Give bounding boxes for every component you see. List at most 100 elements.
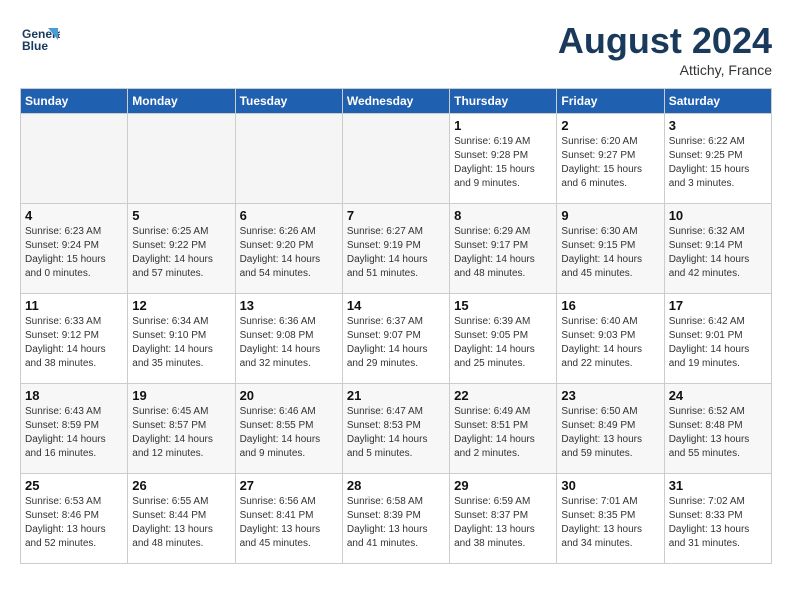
day-info: Sunrise: 6:47 AMSunset: 8:53 PMDaylight:… bbox=[347, 405, 445, 461]
header-friday: Friday bbox=[557, 89, 664, 114]
calendar-cell bbox=[21, 114, 128, 204]
calendar-cell: 21 Sunrise: 6:47 AMSunset: 8:53 PMDayligh… bbox=[342, 384, 449, 474]
calendar-cell: 24 Sunrise: 6:52 AMSunset: 8:48 PMDayligh… bbox=[664, 384, 771, 474]
day-number: 23 bbox=[561, 388, 659, 403]
day-number: 25 bbox=[25, 478, 123, 493]
week-row-2: 4 Sunrise: 6:23 AMSunset: 9:24 PMDaylight… bbox=[21, 204, 772, 294]
calendar-cell: 1Sunrise: 6:19 AMSunset: 9:28 PMDaylight… bbox=[450, 114, 557, 204]
day-number: 31 bbox=[669, 478, 767, 493]
day-info: Sunrise: 6:36 AMSunset: 9:08 PMDaylight:… bbox=[240, 315, 338, 371]
day-number: 22 bbox=[454, 388, 552, 403]
calendar-cell bbox=[128, 114, 235, 204]
day-number: 3 bbox=[669, 118, 767, 133]
header-tuesday: Tuesday bbox=[235, 89, 342, 114]
day-info: Sunrise: 6:30 AMSunset: 9:15 PMDaylight:… bbox=[561, 225, 659, 281]
title-block: August 2024 Attichy, France bbox=[558, 20, 772, 78]
day-info: Sunrise: 6:56 AMSunset: 8:41 PMDaylight:… bbox=[240, 495, 338, 551]
calendar-cell: 3 Sunrise: 6:22 AMSunset: 9:25 PMDaylight… bbox=[664, 114, 771, 204]
header-row: SundayMondayTuesdayWednesdayThursdayFrid… bbox=[21, 89, 772, 114]
day-number: 10 bbox=[669, 208, 767, 223]
header-saturday: Saturday bbox=[664, 89, 771, 114]
calendar-cell: 17Sunrise: 6:42 AMSunset: 9:01 PMDayligh… bbox=[664, 294, 771, 384]
calendar-cell: 20Sunrise: 6:46 AMSunset: 8:55 PMDayligh… bbox=[235, 384, 342, 474]
calendar-cell: 31Sunrise: 7:02 AMSunset: 8:33 PMDayligh… bbox=[664, 474, 771, 564]
calendar-cell: 10 Sunrise: 6:32 AMSunset: 9:14 PMDayligh… bbox=[664, 204, 771, 294]
day-number: 15 bbox=[454, 298, 552, 313]
calendar-cell: 5 Sunrise: 6:25 AMSunset: 9:22 PMDaylight… bbox=[128, 204, 235, 294]
day-number: 6 bbox=[240, 208, 338, 223]
day-number: 5 bbox=[132, 208, 230, 223]
calendar-cell: 22 Sunrise: 6:49 AMSunset: 8:51 PMDayligh… bbox=[450, 384, 557, 474]
location: Attichy, France bbox=[558, 62, 772, 78]
day-info: Sunrise: 6:39 AMSunset: 9:05 PMDaylight:… bbox=[454, 315, 552, 371]
day-number: 12 bbox=[132, 298, 230, 313]
calendar-cell: 23 Sunrise: 6:50 AMSunset: 8:49 PMDayligh… bbox=[557, 384, 664, 474]
week-row-3: 11Sunrise: 6:33 AMSunset: 9:12 PMDayligh… bbox=[21, 294, 772, 384]
day-number: 27 bbox=[240, 478, 338, 493]
day-info: Sunrise: 6:45 AMSunset: 8:57 PMDaylight:… bbox=[132, 405, 230, 461]
calendar-cell bbox=[235, 114, 342, 204]
svg-text:Blue: Blue bbox=[22, 39, 48, 53]
logo: General Blue bbox=[20, 20, 60, 60]
day-number: 21 bbox=[347, 388, 445, 403]
day-number: 18 bbox=[25, 388, 123, 403]
header-wednesday: Wednesday bbox=[342, 89, 449, 114]
day-info: Sunrise: 6:26 AMSunset: 9:20 PMDaylight:… bbox=[240, 225, 338, 281]
day-info: Sunrise: 6:29 AMSunset: 9:17 PMDaylight:… bbox=[454, 225, 552, 281]
day-info: Sunrise: 6:25 AMSunset: 9:22 PMDaylight:… bbox=[132, 225, 230, 281]
day-info: Sunrise: 6:55 AMSunset: 8:44 PMDaylight:… bbox=[132, 495, 230, 551]
day-number: 14 bbox=[347, 298, 445, 313]
day-number: 19 bbox=[132, 388, 230, 403]
calendar-cell: 12 Sunrise: 6:34 AMSunset: 9:10 PMDayligh… bbox=[128, 294, 235, 384]
calendar-cell: 18Sunrise: 6:43 AMSunset: 8:59 PMDayligh… bbox=[21, 384, 128, 474]
day-info: Sunrise: 6:50 AMSunset: 8:49 PMDaylight:… bbox=[561, 405, 659, 461]
calendar-cell: 19 Sunrise: 6:45 AMSunset: 8:57 PMDayligh… bbox=[128, 384, 235, 474]
day-info: Sunrise: 6:49 AMSunset: 8:51 PMDaylight:… bbox=[454, 405, 552, 461]
day-number: 4 bbox=[25, 208, 123, 223]
day-info: Sunrise: 6:32 AMSunset: 9:14 PMDaylight:… bbox=[669, 225, 767, 281]
calendar-cell: 29 Sunrise: 6:59 AMSunset: 8:37 PMDayligh… bbox=[450, 474, 557, 564]
calendar-cell: 2 Sunrise: 6:20 AMSunset: 9:27 PMDaylight… bbox=[557, 114, 664, 204]
calendar-body: 1Sunrise: 6:19 AMSunset: 9:28 PMDaylight… bbox=[21, 114, 772, 564]
calendar-cell: 14 Sunrise: 6:37 AMSunset: 9:07 PMDayligh… bbox=[342, 294, 449, 384]
day-number: 8 bbox=[454, 208, 552, 223]
day-info: Sunrise: 6:59 AMSunset: 8:37 PMDaylight:… bbox=[454, 495, 552, 551]
calendar-header: SundayMondayTuesdayWednesdayThursdayFrid… bbox=[21, 89, 772, 114]
calendar-cell: 25Sunrise: 6:53 AMSunset: 8:46 PMDayligh… bbox=[21, 474, 128, 564]
day-info: Sunrise: 6:52 AMSunset: 8:48 PMDaylight:… bbox=[669, 405, 767, 461]
day-number: 1 bbox=[454, 118, 552, 133]
calendar-cell: 26Sunrise: 6:55 AMSunset: 8:44 PMDayligh… bbox=[128, 474, 235, 564]
calendar-cell: 13Sunrise: 6:36 AMSunset: 9:08 PMDayligh… bbox=[235, 294, 342, 384]
week-row-1: 1Sunrise: 6:19 AMSunset: 9:28 PMDaylight… bbox=[21, 114, 772, 204]
calendar-cell: 30Sunrise: 7:01 AMSunset: 8:35 PMDayligh… bbox=[557, 474, 664, 564]
day-info: Sunrise: 6:58 AMSunset: 8:39 PMDaylight:… bbox=[347, 495, 445, 551]
calendar-cell: 6 Sunrise: 6:26 AMSunset: 9:20 PMDaylight… bbox=[235, 204, 342, 294]
calendar-cell: 7Sunrise: 6:27 AMSunset: 9:19 PMDaylight… bbox=[342, 204, 449, 294]
day-info: Sunrise: 6:33 AMSunset: 9:12 PMDaylight:… bbox=[25, 315, 123, 371]
calendar-cell: 9 Sunrise: 6:30 AMSunset: 9:15 PMDaylight… bbox=[557, 204, 664, 294]
day-info: Sunrise: 7:01 AMSunset: 8:35 PMDaylight:… bbox=[561, 495, 659, 551]
day-number: 29 bbox=[454, 478, 552, 493]
day-info: Sunrise: 6:27 AMSunset: 9:19 PMDaylight:… bbox=[347, 225, 445, 281]
calendar-cell: 4 Sunrise: 6:23 AMSunset: 9:24 PMDaylight… bbox=[21, 204, 128, 294]
day-info: Sunrise: 6:20 AMSunset: 9:27 PMDaylight:… bbox=[561, 135, 659, 191]
calendar-cell bbox=[342, 114, 449, 204]
day-info: Sunrise: 6:34 AMSunset: 9:10 PMDaylight:… bbox=[132, 315, 230, 371]
month-year: August 2024 bbox=[558, 20, 772, 62]
day-number: 16 bbox=[561, 298, 659, 313]
day-info: Sunrise: 6:42 AMSunset: 9:01 PMDaylight:… bbox=[669, 315, 767, 371]
calendar-cell: 28Sunrise: 6:58 AMSunset: 8:39 PMDayligh… bbox=[342, 474, 449, 564]
header-sunday: Sunday bbox=[21, 89, 128, 114]
day-number: 24 bbox=[669, 388, 767, 403]
day-number: 9 bbox=[561, 208, 659, 223]
logo-icon: General Blue bbox=[20, 20, 60, 60]
day-info: Sunrise: 6:23 AMSunset: 9:24 PMDaylight:… bbox=[25, 225, 123, 281]
day-info: Sunrise: 6:37 AMSunset: 9:07 PMDaylight:… bbox=[347, 315, 445, 371]
day-number: 2 bbox=[561, 118, 659, 133]
header-monday: Monday bbox=[128, 89, 235, 114]
day-info: Sunrise: 6:22 AMSunset: 9:25 PMDaylight:… bbox=[669, 135, 767, 191]
page-header: General Blue August 2024 Attichy, France bbox=[20, 20, 772, 78]
calendar-cell: 11Sunrise: 6:33 AMSunset: 9:12 PMDayligh… bbox=[21, 294, 128, 384]
day-info: Sunrise: 6:46 AMSunset: 8:55 PMDaylight:… bbox=[240, 405, 338, 461]
week-row-4: 18Sunrise: 6:43 AMSunset: 8:59 PMDayligh… bbox=[21, 384, 772, 474]
